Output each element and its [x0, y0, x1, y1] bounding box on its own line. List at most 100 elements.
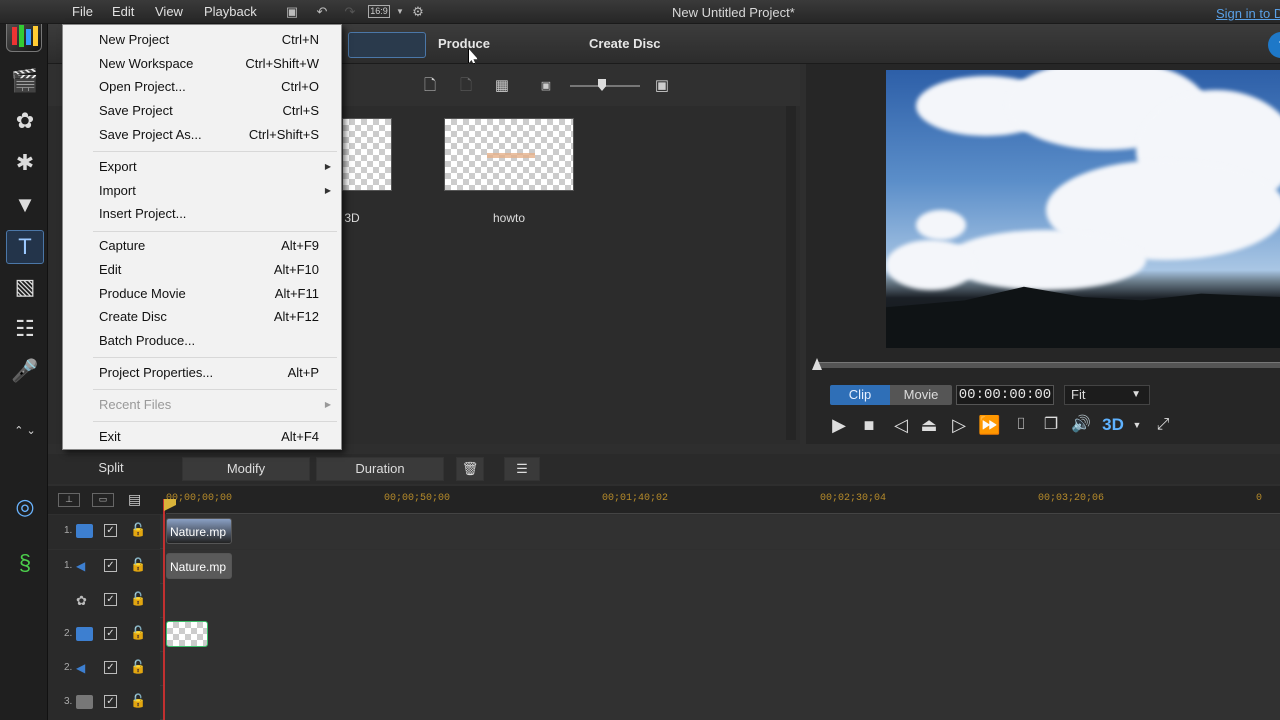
menu-file[interactable]: File [72, 4, 93, 19]
aspect-ratio-button[interactable]: 16:9 [368, 5, 390, 18]
menu-view[interactable]: View [155, 4, 183, 19]
previous-frame-icon[interactable]: ◁ [890, 414, 912, 436]
tab-create-disc[interactable]: Create Disc [589, 36, 661, 51]
volume-icon[interactable]: 🔊 [1070, 414, 1092, 436]
menu-item-project-properties[interactable]: Project Properties... [99, 365, 213, 385]
track-lock-icon[interactable]: 🔓 [130, 693, 146, 709]
track-enable-checkbox[interactable]: ✓ [104, 695, 117, 708]
storyboard-icon[interactable]: § [6, 546, 44, 580]
menu-playback[interactable]: Playback [204, 4, 257, 19]
preview-scrubber[interactable] [816, 362, 1280, 368]
track-enable-checkbox[interactable]: ✓ [104, 661, 117, 674]
timeline-tools-icon[interactable]: ☰ [504, 457, 540, 481]
menu-item-export[interactable]: Export [99, 159, 137, 179]
clip-mode-button[interactable]: Clip [830, 385, 890, 405]
split-button[interactable]: Split [52, 457, 170, 481]
menu-item-exit[interactable]: Exit [99, 429, 121, 449]
playhead[interactable] [163, 499, 165, 720]
menu-edit[interactable]: Edit [112, 4, 134, 19]
dual-monitor-icon[interactable]: ❐ [1040, 414, 1062, 436]
thumb-small-icon[interactable]: ▣ [536, 76, 556, 96]
undo-icon[interactable]: ↶ [314, 4, 330, 20]
redo-icon: ↷ [344, 4, 356, 19]
menu-item-produce-movie[interactable]: Produce Movie [99, 286, 186, 306]
track-lock-icon[interactable]: 🔓 [130, 659, 146, 675]
preview-panel: Clip Movie 00:00:00:00 Fit ▼ ▶ ■ ◁ ⏏ ▷ ⏩… [806, 64, 1280, 444]
effect-track-icon: ✿ [76, 593, 87, 608]
menu-item-new-project[interactable]: New Project [99, 32, 169, 52]
tab-edit[interactable] [348, 32, 426, 58]
particle-room-icon[interactable]: ▼ [6, 188, 44, 222]
next-frame-icon[interactable]: ▷ [948, 414, 970, 436]
upgrade-icon[interactable]: ↑ [1268, 32, 1280, 58]
menu-item-capture[interactable]: Capture [99, 238, 145, 258]
three-d-dropdown-icon[interactable]: ▼ [1126, 414, 1148, 436]
ratio-dropdown-icon[interactable]: ▼ [392, 4, 408, 20]
title-room-icon[interactable]: T [6, 230, 44, 264]
track-enable-checkbox[interactable]: ✓ [104, 524, 117, 537]
menu-item-batch-produce[interactable]: Batch Produce... [99, 333, 195, 353]
menu-item-edit[interactable]: Edit [99, 262, 121, 282]
track-manager-icon[interactable]: ⊥ [58, 493, 80, 507]
three-d-toggle[interactable]: 3D [1102, 414, 1124, 436]
grid-view-icon[interactable]: ▦ [492, 76, 512, 96]
menu-item-new-workspace[interactable]: New Workspace [99, 56, 193, 76]
thumb-large-icon[interactable]: ▣ [652, 76, 672, 96]
track-enable-checkbox[interactable]: ✓ [104, 627, 117, 640]
add-title-icon[interactable]: 🗋 [420, 76, 440, 96]
audio-clip[interactable]: Nature.mp [166, 553, 232, 579]
track-lock-icon[interactable]: 🔓 [130, 522, 146, 538]
title-clip[interactable] [166, 621, 208, 647]
play-icon[interactable]: ▶ [828, 414, 850, 436]
shortcut: Alt+F9 [281, 238, 319, 253]
fast-forward-icon[interactable]: ⏩ [978, 414, 1000, 436]
zoom-fit-select[interactable]: Fit ▼ [1064, 385, 1150, 405]
transition-room-icon[interactable]: ▧ [6, 270, 44, 304]
menu-item-import[interactable]: Import [99, 183, 136, 203]
split-marker-icon[interactable]: ⏏ [918, 414, 940, 436]
sign-in-link[interactable]: Sign in to D [1216, 6, 1280, 21]
movie-mode-button[interactable]: Movie [890, 385, 952, 405]
fit-timeline-icon[interactable]: ▭ [92, 493, 114, 507]
save-icon[interactable]: ▣ [284, 4, 300, 20]
track-enable-checkbox[interactable]: ✓ [104, 593, 117, 606]
menu-item-create-disc[interactable]: Create Disc [99, 309, 167, 329]
settings-gear-icon[interactable]: ⚙ [410, 4, 426, 20]
library-item-howto[interactable] [444, 118, 574, 191]
library-item-3d[interactable] [342, 118, 392, 191]
duration-button[interactable]: Duration [316, 457, 444, 481]
timecode-field[interactable]: 00:00:00:00 [956, 385, 1054, 405]
sidebar-collapse-icon[interactable]: ⌃ ⌄ [6, 420, 44, 440]
media-room-icon[interactable]: 🎬 [6, 64, 44, 98]
modify-button[interactable]: Modify [182, 457, 310, 481]
menu-separator [93, 421, 337, 422]
undock-preview-icon[interactable]: ⤢ [1152, 414, 1174, 436]
track-lock-icon[interactable]: 🔓 [130, 557, 146, 573]
library-scrollbar[interactable] [786, 106, 796, 440]
menu-item-insert-project[interactable]: Insert Project... [99, 206, 186, 226]
submenu-arrow-icon: ▶ [324, 186, 331, 195]
dropdown-arrow-icon: ▼ [1131, 389, 1141, 400]
stop-icon[interactable]: ■ [858, 414, 880, 436]
track-enable-checkbox[interactable]: ✓ [104, 559, 117, 572]
video-clip[interactable]: Nature.mp [166, 518, 232, 544]
timeline-ruler[interactable]: 00;00;00;00 00;00;50;00 00;01;40;02 00;0… [166, 486, 1280, 514]
slider-thumb[interactable] [598, 79, 606, 91]
menu-item-save-project[interactable]: Save Project [99, 103, 173, 123]
room-sidebar: 🎬 ✿ ✱ ▼ T ▧ ☷ 🎤 ⌃ ⌄ ◎ § [0, 0, 48, 720]
menu-item-open-project[interactable]: Open Project... [99, 79, 186, 99]
track-lock-icon[interactable]: 🔓 [130, 625, 146, 641]
track-lock-icon[interactable]: 🔓 [130, 591, 146, 607]
voiceover-room-icon[interactable]: 🎤 [6, 354, 44, 388]
delete-trash-icon[interactable]: 🗑 [456, 457, 484, 481]
audio-mixing-room-icon[interactable]: ☷ [6, 312, 44, 346]
video-track-icon [76, 695, 93, 709]
add-track-icon[interactable]: ▤ [128, 491, 141, 508]
tab-produce[interactable]: Produce [438, 36, 490, 51]
effect-room-icon[interactable]: ✿ [6, 104, 44, 138]
menu-item-save-project-as[interactable]: Save Project As... [99, 127, 202, 147]
timeline-magic-icon[interactable]: ◎ [6, 490, 44, 524]
snapshot-camera-icon[interactable]: ⌷ [1010, 414, 1032, 436]
menu-separator [93, 357, 337, 358]
pip-room-icon[interactable]: ✱ [6, 146, 44, 180]
